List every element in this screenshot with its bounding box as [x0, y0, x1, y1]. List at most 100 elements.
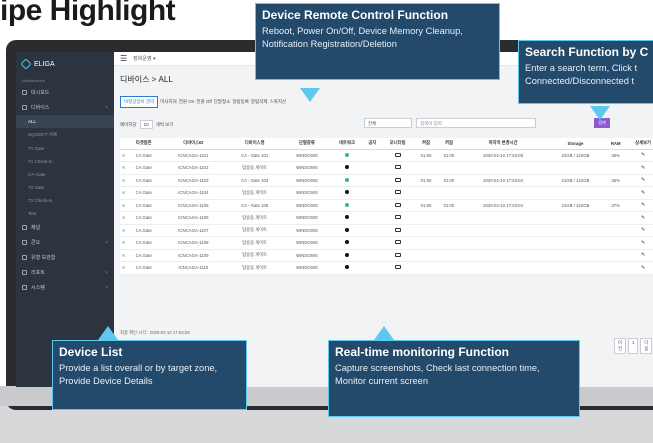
pager-prev[interactable]: 이전 [614, 338, 626, 354]
tab-massage[interactable]: 마사지처 [160, 99, 177, 105]
row-checkbox[interactable] [121, 241, 125, 245]
sidebar-sub-t1-gate[interactable]: T1 Gate [16, 142, 114, 155]
sidebar-sub-t2-gate[interactable]: T2 Gate [16, 181, 114, 194]
logo-icon [20, 58, 32, 70]
table-row[interactable]: CA Gate ICNCAGA-1102 탑승동 게이트 WINDOWS ✎ [120, 161, 653, 175]
sidebar-item-system[interactable]: 시스템 ˅ [16, 280, 114, 295]
table-cell [363, 199, 381, 212]
search-input[interactable]: 검색어 입력 [416, 118, 536, 128]
sidebar-item-report[interactable]: 리포트 ˅ [16, 265, 114, 280]
col-device-id[interactable]: 디바이스ID [161, 138, 226, 150]
sidebar-sub-sqisoft[interactable]: SQISOFT 카페 [16, 128, 114, 142]
row-checkbox[interactable] [121, 166, 125, 170]
col-ram[interactable]: RAM [605, 138, 627, 150]
pager-page-1[interactable]: 1 [627, 338, 639, 354]
menu-icon[interactable]: ☰ [120, 54, 127, 63]
table-row[interactable]: CA Gate ICNCAGA-1109 탑승동 게이트 WINDOWS ✎ [120, 249, 653, 262]
app-logo[interactable]: ELIGA [16, 52, 114, 76]
edit-icon[interactable]: ✎ [641, 177, 645, 183]
tab-power-on[interactable]: 전원 On [179, 99, 195, 105]
col-network[interactable]: 네트워크 [330, 138, 364, 150]
col-on[interactable]: 켜짐 [414, 138, 438, 150]
sidebar-sub-ca-gate[interactable]: CA-Gate [16, 168, 114, 181]
edit-icon[interactable]: ✎ [641, 265, 645, 271]
monitor-icon[interactable] [394, 177, 401, 182]
edit-icon[interactable]: ✎ [641, 202, 645, 208]
sidebar-sub-t2-checkin[interactable]: T2 Check-In [16, 194, 114, 207]
cell-on: 01:50 [414, 199, 438, 212]
sidebar-sub-test[interactable]: Test [16, 207, 114, 220]
pager-next[interactable]: 다음 [640, 338, 653, 354]
edit-icon[interactable]: ✎ [641, 190, 645, 196]
sidebar-item-content[interactable]: 콘오 ˅ [16, 235, 114, 250]
edit-icon[interactable]: ✎ [641, 227, 645, 233]
table-row[interactable]: CA Gate ICNCAGA-1104 탑승동 게이트 WINDOWS ✎ [120, 186, 653, 200]
sidebar-item-dashboard[interactable]: 대시보드 [16, 85, 114, 100]
tab-clean[interactable]: 단말청소 [214, 99, 231, 105]
table-row[interactable]: CA Gate ICNCAGA-1106 탑승동 게이트 WINDOWS ✎ [120, 211, 653, 225]
edit-icon[interactable]: ✎ [641, 240, 645, 246]
callout-body: Provide a list overall or by target zone… [59, 363, 218, 373]
row-checkbox[interactable] [121, 253, 125, 257]
monitor-icon[interactable] [394, 265, 401, 270]
monitor-icon[interactable] [394, 152, 401, 157]
breadcrumb: 디바이스 > ALL [120, 75, 173, 84]
tab-switch[interactable]: 스위치산 [269, 99, 286, 105]
sidebar-item-device[interactable]: 디바이스 ˄ [16, 100, 114, 115]
edit-icon[interactable]: ✎ [641, 152, 645, 158]
tab-notify-add[interactable]: 알림등록 [232, 99, 249, 105]
table-row[interactable]: CA Gate ICNCAGA-1110 탑승동 게이트 WINDOWS ✎ [120, 261, 653, 275]
col-device-name[interactable]: 디바이스명 [225, 138, 284, 150]
table-cell [380, 249, 415, 262]
col-type[interactable]: 단말종류 [283, 138, 331, 150]
monitor-icon[interactable] [394, 190, 401, 195]
col-off[interactable]: 꺼짐 [437, 138, 461, 150]
callout-remote-control: Device Remote Control Function Reboot, P… [255, 3, 500, 80]
row-checkbox[interactable] [121, 191, 125, 195]
sidebar-sub-t1-checkin[interactable]: T1 Check-In [16, 155, 114, 168]
col-zone[interactable]: 타겟팜존 [126, 138, 162, 150]
edit-icon[interactable]: ✎ [641, 165, 645, 171]
table-row[interactable]: CA Gate ICNCAGA-1105 CA - Gate 105 WINDOWS 0… [120, 199, 653, 212]
col-notice[interactable]: 공지 [363, 138, 381, 150]
table-cell: ✎ [626, 199, 653, 212]
row-checkbox[interactable] [121, 203, 125, 207]
gear-icon [22, 285, 27, 290]
monitor-icon[interactable] [394, 215, 401, 220]
sidebar-item-channel[interactable]: 채널 [16, 220, 114, 235]
table-row[interactable]: CA Gate ICNCAGA-1108 탑승동 게이트 WINDOWS ✎ [120, 236, 653, 250]
sidebar-item-storage[interactable]: 유형 보관함 [16, 250, 114, 265]
page-size-select[interactable]: 10 [139, 120, 153, 129]
tab-notify-del[interactable]: 알림삭제 [251, 99, 268, 105]
sidebar-sub-all[interactable]: ALL [16, 115, 114, 128]
edit-icon[interactable]: ✎ [641, 252, 645, 258]
monitor-icon[interactable] [394, 240, 401, 245]
filter-select[interactable]: 전체 [364, 118, 412, 128]
row-checkbox[interactable] [121, 266, 125, 270]
sidebar-item-label: 대시보드 [31, 90, 50, 96]
row-checkbox[interactable] [121, 228, 125, 232]
monitor-icon[interactable] [394, 227, 401, 232]
table-row[interactable]: CA Gate ICNCAGA-1103 CA - Gate 103 WINDOWS 0… [120, 174, 653, 187]
cell-on [414, 224, 438, 237]
table-row[interactable]: CA Gate ICNCAGA-1101 CA - Gate 101 WINDOWS 0… [120, 149, 653, 162]
monitor-icon[interactable] [394, 202, 401, 207]
tab-abnormal[interactable]: 비정상장비 관리 [120, 96, 159, 108]
cell-device-id: ICNCAGA-1110 [161, 261, 226, 275]
row-checkbox[interactable] [121, 178, 125, 182]
col-monitoring[interactable]: 모니터링 [380, 138, 415, 150]
edit-icon[interactable]: ✎ [641, 215, 645, 221]
row-checkbox[interactable] [121, 153, 125, 157]
tab-power-off[interactable]: 전원 Off [196, 99, 211, 105]
table-cell [363, 249, 381, 262]
table-row[interactable]: CA Gate ICNCAGA-1107 탑승동 게이트 WINDOWS ✎ [120, 224, 653, 237]
cell-type: WINDOWS [283, 261, 331, 275]
callout-title: Search Function by C [525, 45, 649, 59]
col-storage[interactable]: Storage [545, 138, 606, 150]
col-last-change[interactable]: 마지막 변경시간 [460, 138, 546, 150]
monitor-icon[interactable] [394, 252, 401, 257]
device-icon [22, 105, 27, 110]
row-checkbox[interactable] [121, 216, 125, 220]
monitor-icon[interactable] [394, 165, 401, 170]
top-menu[interactable]: 장비운영 ▾ [133, 55, 155, 62]
